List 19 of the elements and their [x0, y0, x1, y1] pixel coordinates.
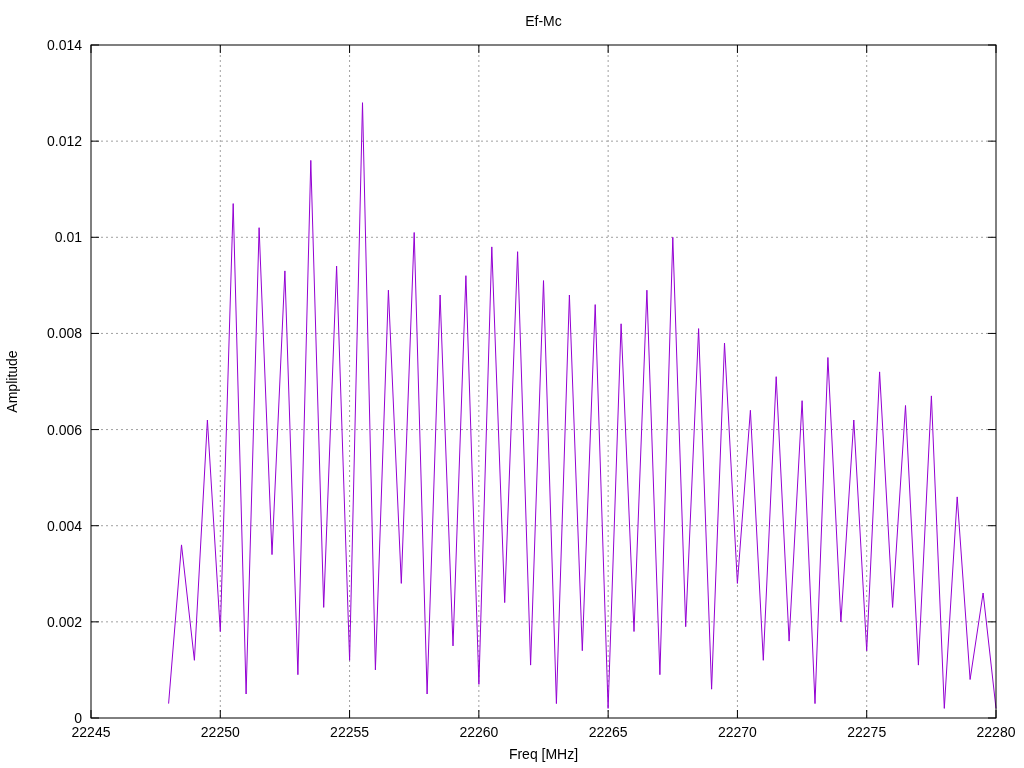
x-tick-label: 22280	[976, 724, 1016, 740]
y-tick-label: 0.006	[46, 421, 82, 438]
x-tick-label: 22250	[200, 724, 240, 740]
y-axis-label: Amplitude	[4, 350, 20, 413]
x-tick-label: 22265	[588, 724, 628, 740]
x-tick-label: 22275	[847, 724, 887, 740]
x-axis-label: Freq [MHz]	[508, 746, 579, 762]
x-tick-label: 22255	[330, 724, 370, 740]
chart-title: Ef-Mc	[525, 13, 562, 29]
y-tick-label: 0.01	[54, 229, 82, 246]
y-tick-label: 0.008	[46, 325, 82, 342]
y-tick-label: 0.014	[46, 37, 82, 53]
y-tick-label: 0.012	[46, 133, 82, 150]
x-tick-label: 22260	[459, 724, 499, 740]
y-tick-label: 0.004	[46, 517, 82, 534]
x-tick-label: 22270	[717, 724, 757, 740]
y-tick-label: 0	[74, 710, 82, 726]
y-tick-label: 0.002	[46, 613, 82, 630]
x-tick-label: 22245	[71, 724, 111, 740]
